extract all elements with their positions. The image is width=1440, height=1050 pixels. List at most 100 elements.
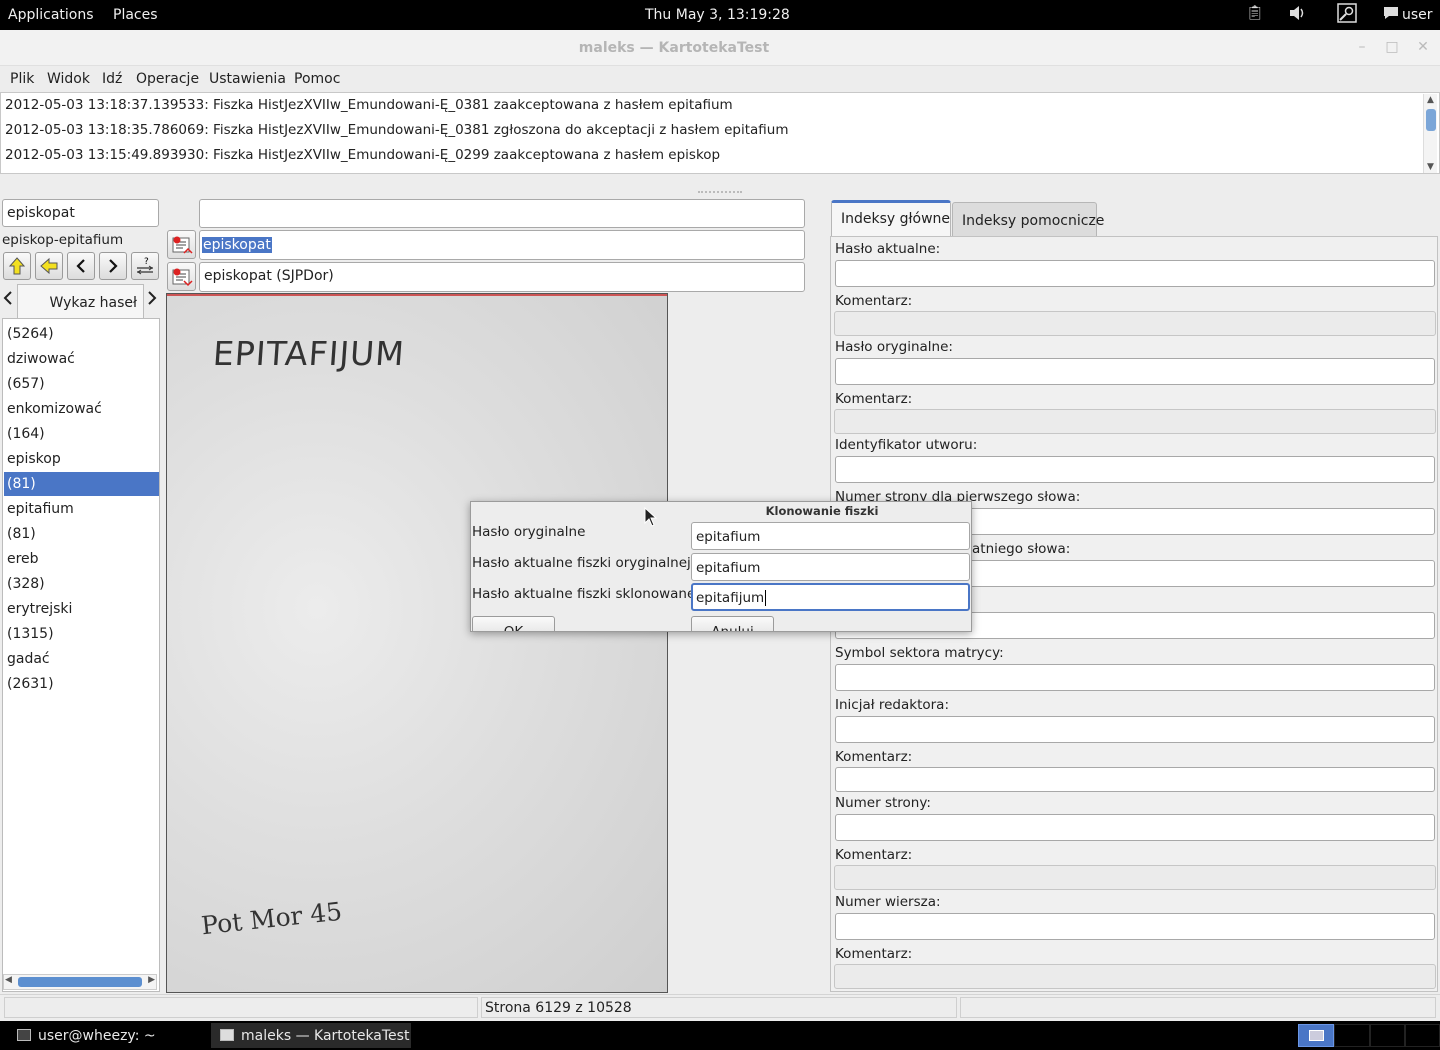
list-item[interactable]: enkomizować [4, 397, 159, 421]
clock[interactable]: Thu May 3, 13:19:28 [645, 7, 790, 23]
entry-search-input[interactable]: episkopat [2, 199, 159, 227]
log-panel[interactable]: 2012-05-03 13:18:37.139533: Fiszka HistJ… [0, 92, 1440, 174]
log-line: 2012-05-03 13:15:49.893930: Fiszka HistJ… [5, 147, 721, 163]
search-help-button[interactable]: ? [131, 252, 159, 280]
menu-operacje[interactable]: Operacje [136, 71, 199, 87]
komentarz-input [834, 409, 1436, 434]
scroll-left-icon[interactable]: ◀ [5, 975, 12, 985]
label-inicjal: Inicjał redaktora: [835, 697, 950, 713]
list-item[interactable]: (5264) [4, 322, 159, 346]
label-komentarz: Komentarz: [835, 847, 913, 863]
workspace-3[interactable] [1370, 1024, 1406, 1047]
tab-scroll-right-icon[interactable] [147, 290, 157, 310]
accessibility-icon[interactable] [1334, 2, 1360, 26]
label-numer-wiersza: Numer wiersza: [835, 894, 941, 910]
applications-menu[interactable]: Applications [8, 7, 94, 23]
volume-icon[interactable] [1286, 5, 1308, 25]
list-item[interactable]: dziwować [4, 347, 159, 371]
label-komentarz: Komentarz: [835, 749, 913, 765]
taskbar-app-label: maleks — KartotekaTest [241, 1028, 410, 1044]
label-identyfikator: Identyfikator utworu: [835, 437, 978, 453]
user-menu[interactable]: user [1402, 7, 1433, 23]
label-haslo-oryginalne: Hasło oryginalne: [835, 339, 953, 355]
close-icon[interactable]: ✕ [1415, 39, 1431, 55]
list-item[interactable]: erytrejski [4, 597, 159, 621]
suggestion-input[interactable]: episkopat (SJPDor) [199, 262, 805, 292]
window-icon [220, 1029, 234, 1041]
haslo-aktualne-input[interactable] [835, 260, 1435, 287]
log-line: 2012-05-03 13:18:35.786069: Fiszka HistJ… [5, 122, 789, 138]
taskbar-terminal-label: user@wheezy: ~ [38, 1028, 156, 1044]
list-horizontal-scrollbar[interactable]: ◀ ▶ [3, 974, 157, 990]
ok-button[interactable]: OK [472, 616, 555, 631]
haslo-aktualne-sklonowanej-field[interactable]: epitafijum [691, 583, 970, 611]
list-item[interactable]: epitafium [4, 497, 159, 521]
log-scrollbar[interactable]: ▲ ▼ [1423, 94, 1437, 173]
list-item[interactable]: ereb [4, 547, 159, 571]
tab-indeksy-pomocnicze[interactable]: Indeksy pomocnicze [952, 202, 1104, 236]
next-button[interactable] [99, 252, 127, 280]
scroll-down-icon[interactable]: ▼ [1424, 161, 1437, 173]
menu-widok[interactable]: Widok [47, 71, 90, 87]
scroll-up-icon[interactable]: ▲ [1424, 94, 1437, 106]
accept-entry-button[interactable] [167, 230, 196, 259]
workspace-4[interactable] [1404, 1024, 1440, 1047]
numer-wiersza-input[interactable] [835, 913, 1435, 940]
minimize-icon[interactable]: – [1354, 39, 1370, 55]
taskbar-app[interactable]: maleks — KartotekaTest [211, 1023, 411, 1048]
list-item[interactable]: episkop [4, 447, 159, 471]
tab-wykaz-hasel[interactable]: Wykaz haseł [17, 284, 144, 319]
accept-suggestion-button[interactable] [167, 262, 196, 291]
list-item[interactable]: (2631) [4, 672, 159, 696]
tab-scroll-left-icon[interactable] [3, 290, 13, 310]
tab-indeksy-glowne[interactable]: Indeksy główne [831, 200, 951, 236]
label-symbol-sektora: Symbol sektora matrycy: [835, 645, 1004, 661]
identyfikator-input[interactable] [835, 456, 1435, 483]
label-haslo-oryginalne: Hasło oryginalne [472, 524, 586, 540]
entry-list[interactable]: (5264) dziwować (657) enkomizować (164) … [2, 318, 160, 992]
list-item[interactable]: (81) [4, 522, 159, 546]
scan-top-edge [167, 294, 667, 296]
field-text: epitafijum [696, 590, 765, 606]
label-komentarz: Komentarz: [835, 293, 913, 309]
label-haslo-aktualne-oryginalnej: Hasło aktualne fiszki oryginalnej [472, 555, 691, 571]
scroll-right-icon[interactable]: ▶ [148, 975, 155, 985]
splitter-handle[interactable] [698, 191, 742, 195]
komentarz-input[interactable] [835, 767, 1435, 792]
list-item-selected[interactable]: (81) [4, 472, 159, 496]
haslo-oryginalne-field[interactable]: epitafium [691, 522, 970, 550]
places-menu[interactable]: Places [113, 7, 158, 23]
symbol-sektora-input[interactable] [835, 664, 1435, 691]
selected-text: episkopat [202, 237, 272, 253]
scroll-thumb[interactable] [18, 977, 142, 987]
previous-button[interactable] [67, 252, 95, 280]
clipboard-icon[interactable]: 📋︎ [1244, 5, 1266, 25]
menu-pomoc[interactable]: Pomoc [294, 71, 340, 87]
clone-card-dialog[interactable]: Klonowanie fiszki Hasło oryginalne epita… [470, 501, 972, 632]
scroll-thumb[interactable] [1426, 109, 1436, 131]
inicjal-input[interactable] [835, 716, 1435, 743]
list-item[interactable]: (1315) [4, 622, 159, 646]
cancel-button[interactable]: Anuluj [691, 616, 774, 631]
workspace-2[interactable] [1334, 1024, 1370, 1047]
menu-plik[interactable]: Plik [10, 71, 34, 87]
numer-strony-input[interactable] [835, 814, 1435, 841]
menu-ustawienia[interactable]: Ustawienia [209, 71, 286, 87]
range-label: episkop-epitafium [2, 232, 124, 248]
list-item[interactable]: gadać [4, 647, 159, 671]
list-item[interactable]: (328) [4, 572, 159, 596]
haslo-oryginalne-input[interactable] [835, 358, 1435, 385]
up-arrow-button[interactable] [3, 252, 31, 280]
haslo-aktualne-oryginalnej-field[interactable]: epitafium [691, 553, 970, 581]
chat-icon[interactable] [1380, 5, 1402, 25]
list-item[interactable]: (657) [4, 372, 159, 396]
workspace-1[interactable] [1298, 1024, 1334, 1047]
entry-edit-input[interactable]: episkopat [199, 230, 805, 260]
back-arrow-button[interactable] [35, 252, 63, 280]
note-input[interactable] [199, 199, 805, 228]
taskbar-terminal[interactable]: user@wheezy: ~ [8, 1023, 208, 1048]
window-titlebar[interactable]: maleks — KartotekaTest – □ ✕ [0, 30, 1440, 66]
list-item[interactable]: (164) [4, 422, 159, 446]
menu-idz[interactable]: Idź [102, 71, 122, 87]
maximize-icon[interactable]: □ [1384, 39, 1400, 55]
